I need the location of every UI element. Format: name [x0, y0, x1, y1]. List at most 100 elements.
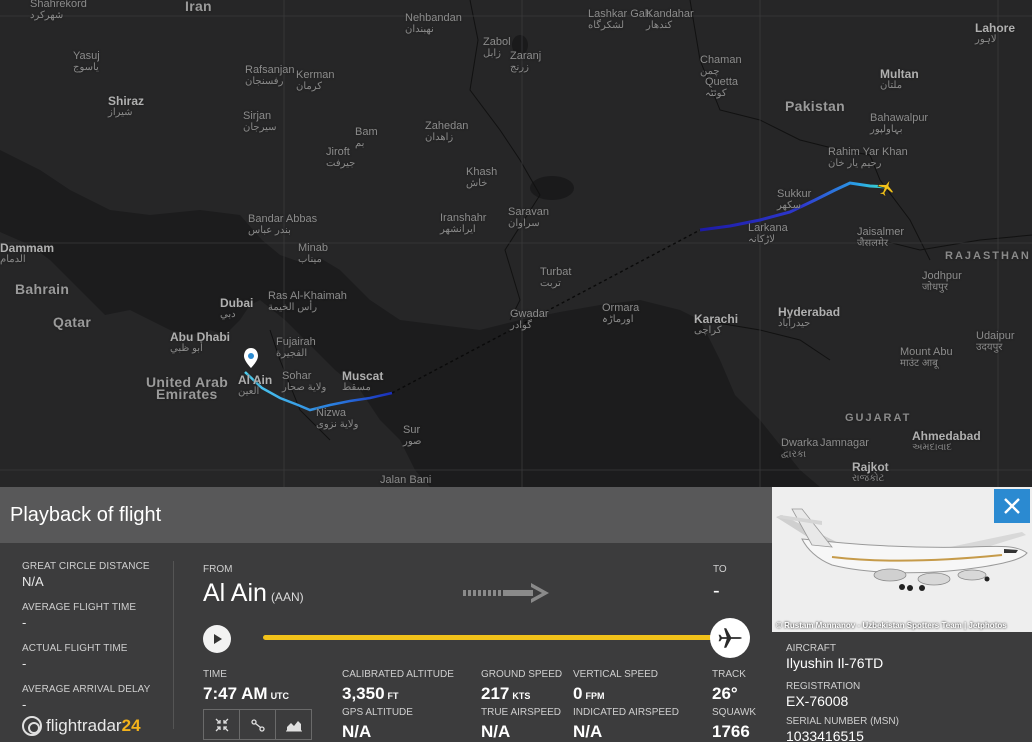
label-muscat: Muscat مسقط: [342, 369, 384, 393]
label-iranshahr: Iranshahr ایرانشهر: [440, 212, 487, 235]
label-lahore: Lahore لاہور: [975, 21, 1016, 45]
label-minab: Minab میناب: [298, 242, 328, 265]
squawk-value: 1766: [712, 722, 750, 741]
label-yasuj: Yasuj یاسوج: [73, 50, 100, 73]
ground-speed-value: 217 KTS: [481, 684, 531, 703]
airplane-icon: [718, 628, 742, 648]
time-value: 7:47 AM UTC: [203, 684, 290, 703]
label-sirjan: Sirjan سیرجان: [243, 110, 277, 133]
true-airspeed-label: TRUE AIRSPEED: [481, 707, 562, 718]
label-chaman: Chaman چمن: [700, 54, 742, 77]
center-view-button[interactable]: [203, 709, 240, 740]
flight-stats: GREAT CIRCLE DISTANCE N/A AVERAGE FLIGHT…: [22, 561, 172, 725]
playback-progress-bar[interactable]: [263, 635, 725, 640]
stat-average-arrival-delay: AVERAGE ARRIVAL DELAY -: [22, 684, 151, 712]
stat-actual-flight-time: ACTUAL FLIGHT TIME -: [22, 643, 128, 671]
label-qatar: Qatar: [53, 314, 92, 330]
serial-value: 1033416515: [786, 728, 864, 742]
label-ras-al-khaimah: Ras Al-Khaimah رأس الخيمة: [268, 290, 347, 313]
label-quetta: Quetta کوئٹہ: [705, 76, 739, 99]
gps-altitude-value: N/A: [342, 722, 372, 741]
label-nehbandan: Nehbandan نهبندان: [405, 12, 462, 35]
label-larkana: Larkana لاڑکانہ: [748, 222, 788, 245]
graph-button[interactable]: [275, 709, 312, 740]
label-zaranj: Zaranj زرنج: [510, 50, 542, 73]
label-shiraz: Shiraz شیراز: [108, 94, 145, 118]
label-jiroft: Jiroft جیرفت: [326, 146, 356, 169]
playback-slider-handle[interactable]: [710, 618, 750, 658]
indicated-airspeed-label: INDICATED AIRSPEED: [573, 707, 679, 718]
radar-logo-icon: [22, 716, 42, 736]
label-mount-abu: Mount Abu माउंट आबू: [900, 346, 953, 369]
gps-altitude-label: GPS ALTITUDE: [342, 707, 413, 718]
playback-panel: Playback of flight GREAT CIRCLE DISTANCE…: [0, 487, 772, 742]
aircraft-type: Ilyushin Il-76TD: [786, 655, 884, 671]
label-jodhpur: Jodhpur जोधपुर: [922, 270, 962, 293]
divider: [173, 561, 174, 729]
il76-image: [772, 487, 1032, 632]
label-zabol: Zabol زابل: [483, 36, 511, 59]
route-arrow-icon: [463, 583, 549, 603]
stat-great-circle-distance: GREAT CIRCLE DISTANCE N/A: [22, 561, 150, 589]
origin-pin-icon[interactable]: [244, 348, 258, 368]
destination-airport[interactable]: -: [713, 580, 720, 603]
label-uae: United Arab Emirates: [146, 374, 229, 402]
registration-label: REGISTRATION: [786, 681, 861, 692]
vertical-speed-label: VERTICAL SPEED: [573, 669, 659, 680]
label-turbat: Turbat تربت: [540, 266, 572, 289]
stat-average-flight-time: AVERAGE FLIGHT TIME -: [22, 602, 137, 630]
label-abu-dhabi: Abu Dhabi أبو ظبي: [170, 330, 230, 354]
label-hyderabad: Hyderabad حیدرآباد: [778, 305, 841, 329]
origin-airport[interactable]: Al Ain (AAN): [203, 579, 304, 608]
chart-icon: [285, 720, 302, 731]
photo-credit[interactable]: © Rustam Mannanov - Uzbekistan Spotters …: [776, 621, 1007, 630]
label-nizwa: Nizwa ولاية نزوى: [316, 407, 359, 430]
label-gujarat: GUJARAT: [845, 412, 912, 424]
true-airspeed-value: N/A: [481, 722, 511, 741]
flightradar24-logo[interactable]: flightradar 24: [22, 716, 141, 736]
squawk-label: SQUAWK: [712, 707, 757, 718]
label-dwarka: Dwarka દ્વારકા: [781, 437, 819, 460]
label-sohar: Sohar ولاية صحار: [282, 370, 327, 393]
label-sur: Sur صور: [403, 424, 422, 447]
calibrated-altitude-value: 3,350 FT: [342, 684, 399, 703]
label-fujairah: Fujairah الفجيرة: [276, 336, 316, 359]
flight-playback-screen: Shahrekord شهرکرد Iran Nehbandan نهبندان L…: [0, 0, 1032, 742]
label-rajasthan: RAJASTHAN: [945, 250, 1031, 262]
close-icon: [1004, 498, 1020, 514]
label-jaisalmer: Jaisalmer जैसलमेर: [857, 226, 905, 249]
calibrated-altitude-label: CALIBRATED ALTITUDE: [342, 669, 454, 680]
label-kandahar: Kandahar کندهار: [646, 8, 694, 31]
label-jalan-bani: Jalan Bani: [380, 474, 432, 486]
label-bandar-abbas: Bandar Abbas بندر عباس: [248, 213, 318, 236]
route-icon: [250, 718, 265, 732]
label-ormara: Ormara اورماڑہ: [602, 302, 640, 325]
serial-label: SERIAL NUMBER (MSN): [786, 716, 899, 727]
label-bahawalpur: Bahawalpur بہاولپور: [870, 112, 929, 135]
label-gwadar: Gwadar گوادر: [510, 308, 549, 331]
label-kerman: Kerman کرمان: [296, 69, 335, 92]
aircraft-photo[interactable]: © Rustam Mannanov - Uzbekistan Spotters …: [772, 487, 1032, 632]
indicated-airspeed-value: N/A: [573, 722, 603, 741]
time-label: TIME: [203, 669, 227, 680]
label-zahedan: Zahedan زاهدان: [425, 120, 469, 143]
map-view[interactable]: Shahrekord شهرکرد Iran Nehbandan نهبندان L…: [0, 0, 1032, 487]
route-button[interactable]: [239, 709, 276, 740]
close-button[interactable]: [994, 489, 1030, 523]
label-shahrekord: Shahrekord شهرکرد: [30, 0, 87, 21]
from-label: FROM: [203, 564, 233, 575]
lake: [530, 176, 574, 200]
label-iran: Iran: [185, 0, 212, 14]
vertical-speed-value: 0 FPM: [573, 684, 605, 703]
label-karachi: Karachi کراچی: [694, 312, 739, 336]
track-label: TRACK: [712, 669, 746, 680]
view-tools: [203, 709, 312, 740]
label-khash: Khash خاش: [466, 166, 498, 189]
ground-speed-label: GROUND SPEED: [481, 669, 563, 680]
play-button[interactable]: [203, 625, 231, 653]
label-lashkar-gah: Lashkar Gah لشکرگاه: [588, 8, 651, 31]
label-rahim-yar-khan: Rahim Yar Khan رحیم یار خان: [828, 146, 908, 169]
label-jamnagar: Jamnagar: [820, 437, 869, 449]
label-rajkot: Rajkot રાજકોટ: [852, 460, 889, 484]
label-multan: Multan ملتان: [880, 67, 919, 91]
